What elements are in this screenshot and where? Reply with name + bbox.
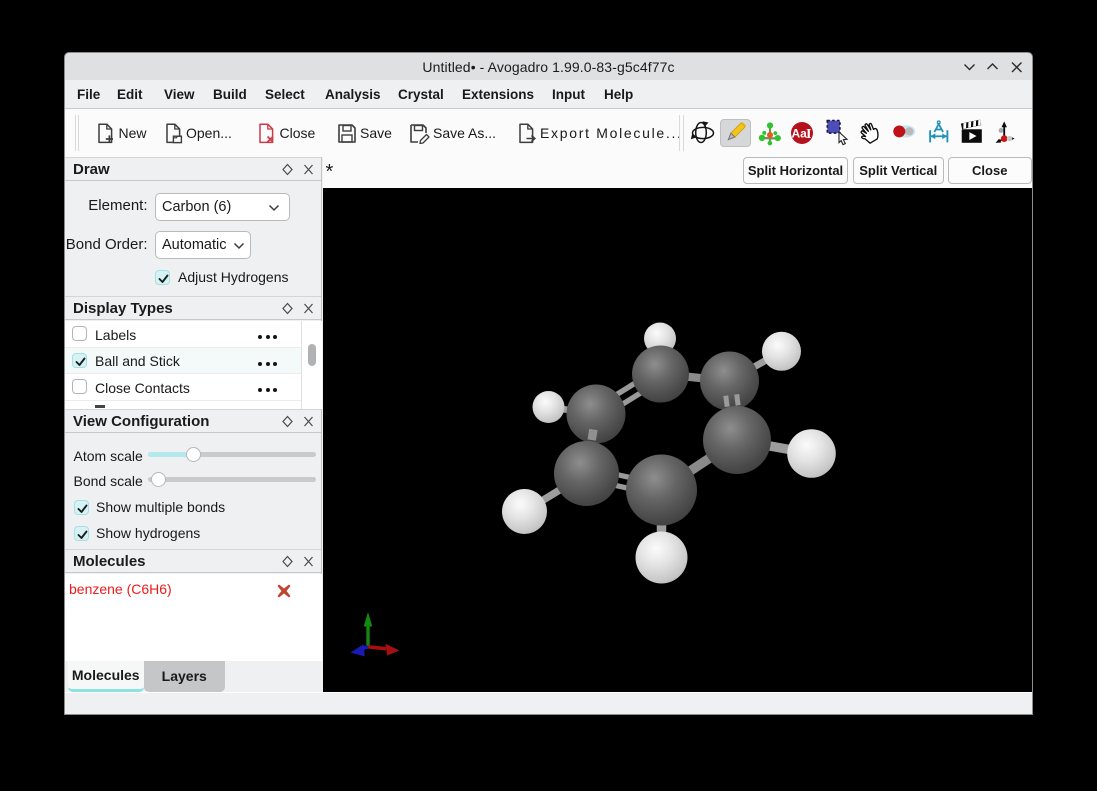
svg-text:Aa: Aa [791,127,807,141]
svg-text:I: I [806,127,811,142]
